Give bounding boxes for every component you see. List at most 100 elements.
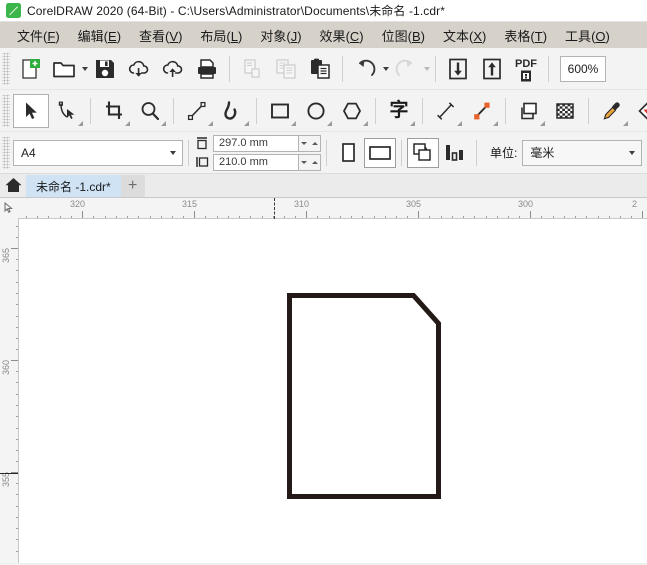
import-button[interactable]: [441, 52, 475, 86]
home-button[interactable]: [0, 173, 26, 197]
page-size-dropdown-arrow[interactable]: [164, 141, 182, 165]
toolbar-grip[interactable]: [2, 52, 10, 85]
menu-label-text: 文本: [443, 28, 470, 44]
menu-item-object[interactable]: 对象(J): [251, 23, 310, 48]
window-title: CorelDRAW 2020 (64-Bit) - C:\Users\Admin…: [27, 4, 445, 18]
drop-shadow-tool-flyout-arrow[interactable]: [540, 120, 545, 126]
menu-item-layout[interactable]: 布局(L): [191, 23, 251, 48]
menu-item-view[interactable]: 查看(V): [130, 23, 191, 48]
horizontal-ruler[interactable]: 320 315 310 305 300 2: [18, 198, 647, 219]
interactive-fill-tool-button[interactable]: [630, 94, 647, 128]
undo-button[interactable]: [348, 52, 382, 86]
drawing-canvas[interactable]: [19, 219, 647, 563]
ellipse-tool-flyout-arrow[interactable]: [327, 120, 332, 126]
page-layout-options-button[interactable]: [407, 137, 439, 168]
svg-text:PDF: PDF: [515, 58, 537, 70]
menu-mnemonic-bitmaps: B: [412, 28, 421, 44]
menu-item-bitmaps[interactable]: 位图(B): [373, 23, 434, 48]
crop-tool-button[interactable]: [96, 94, 132, 128]
drop-shadow-tool-button[interactable]: [511, 94, 547, 128]
save-button[interactable]: [88, 52, 122, 86]
polygon-tool-button[interactable]: [334, 94, 370, 128]
units-combo[interactable]: 毫米: [522, 139, 643, 166]
menu-mnemonic-effects: C: [349, 28, 360, 44]
page-width-input[interactable]: 297.0 mm: [213, 134, 299, 152]
menu-item-table[interactable]: 表格(T): [495, 23, 556, 48]
chamfered-rectangle-shape[interactable]: [287, 293, 441, 499]
page-width-row: 297.0 mm: [194, 134, 321, 152]
zoom-level-input[interactable]: 600%: [560, 55, 606, 82]
transparency-tool-button[interactable]: [547, 94, 583, 128]
menu-item-effects[interactable]: 效果(C): [311, 23, 373, 48]
document-tab-active[interactable]: 未命名 -1.cdr*: [26, 175, 121, 197]
print-button[interactable]: [190, 52, 224, 86]
vertical-guideline[interactable]: [274, 198, 275, 219]
title-bar: CorelDRAW 2020 (64-Bit) - C:\Users\Admin…: [0, 0, 647, 22]
hruler-label-295: 2: [632, 199, 638, 209]
units-dropdown-arrow[interactable]: [623, 141, 641, 165]
cloud-upload-button[interactable]: [156, 52, 190, 86]
ruler-origin-button[interactable]: [0, 198, 19, 219]
ellipse-tool-button[interactable]: [298, 94, 334, 128]
paste-button[interactable]: [303, 52, 337, 86]
artistic-media-tool-button[interactable]: [215, 94, 251, 128]
menu-item-file[interactable]: 文件(F): [8, 23, 69, 48]
color-eyedropper-tool-flyout-arrow[interactable]: [623, 120, 628, 126]
menu-item-text[interactable]: 文本(X): [434, 23, 495, 48]
polygon-tool-flyout-arrow[interactable]: [363, 120, 368, 126]
page-dimensions-group: 297.0 mm 210.0 mm: [194, 134, 321, 171]
copy-button: [269, 52, 303, 86]
cloud-download-button[interactable]: [122, 52, 156, 86]
menu-mnemonic-edit: E: [108, 28, 117, 44]
freehand-tool-button[interactable]: [179, 94, 215, 128]
document-tab-bar: 未命名 -1.cdr* +: [0, 174, 647, 198]
page-size-combo[interactable]: A4: [13, 139, 183, 166]
freehand-tool-flyout-arrow[interactable]: [208, 120, 213, 126]
text-tool-flyout-arrow[interactable]: [410, 120, 415, 126]
zoom-tool-button[interactable]: [132, 94, 168, 128]
property-separator-3: [401, 139, 402, 166]
toolbox-separator-2: [173, 97, 174, 124]
crop-tool-flyout-arrow[interactable]: [125, 120, 130, 126]
pick-tool-button[interactable]: [13, 93, 49, 128]
rectangle-tool-flyout-arrow[interactable]: [291, 120, 296, 126]
units-label: 单位:: [490, 146, 518, 160]
artistic-media-tool-flyout-arrow[interactable]: [244, 120, 249, 126]
page-height-spinner[interactable]: [299, 153, 321, 171]
toolbar-separator: [229, 55, 230, 82]
open-document-button[interactable]: [47, 52, 81, 86]
new-document-tab-button[interactable]: +: [120, 175, 145, 197]
new-document-button[interactable]: [13, 52, 47, 86]
straight-line-connector-tool-button[interactable]: [464, 94, 500, 128]
property-bar-grip[interactable]: [2, 136, 10, 169]
parallel-dimension-tool-flyout-arrow[interactable]: [457, 120, 462, 126]
rectangle-tool-button[interactable]: [262, 94, 298, 128]
export-button[interactable]: [475, 52, 509, 86]
zoom-tool-flyout-arrow[interactable]: [161, 120, 166, 126]
toolbox-separator-6: [505, 97, 506, 124]
redo-button: [389, 52, 423, 86]
shape-tool-flyout-arrow[interactable]: [78, 120, 83, 126]
horizontal-guideline[interactable]: [0, 473, 18, 474]
page-width-icon: [194, 135, 210, 151]
menu-item-tools[interactable]: 工具(O): [556, 23, 619, 48]
nudge-settings-button[interactable]: [439, 138, 471, 168]
shape-tool-button[interactable]: [49, 94, 85, 128]
text-tool-button[interactable]: 字: [381, 94, 417, 128]
export-pdf-button[interactable]: PDF: [509, 52, 543, 86]
straight-line-connector-tool-flyout-arrow[interactable]: [493, 120, 498, 126]
menu-mnemonic-text: X: [473, 28, 483, 44]
page-width-spinner[interactable]: [299, 134, 321, 152]
hruler-label-315: 315: [182, 199, 198, 209]
portrait-orientation-button[interactable]: [332, 138, 364, 168]
page-height-input[interactable]: 210.0 mm: [213, 153, 299, 171]
parallel-dimension-tool-button[interactable]: [428, 94, 464, 128]
vertical-ruler[interactable]: 365 360 355: [0, 218, 19, 563]
color-eyedropper-tool-button[interactable]: [594, 94, 630, 128]
toolbox-grip[interactable]: [2, 94, 10, 127]
menu-label-tools: 工具: [565, 28, 592, 44]
menu-label-file: 文件: [17, 28, 44, 44]
menu-mnemonic-tools: O: [595, 28, 606, 44]
menu-item-edit[interactable]: 编辑(E): [69, 23, 130, 48]
landscape-orientation-button[interactable]: [364, 137, 396, 168]
